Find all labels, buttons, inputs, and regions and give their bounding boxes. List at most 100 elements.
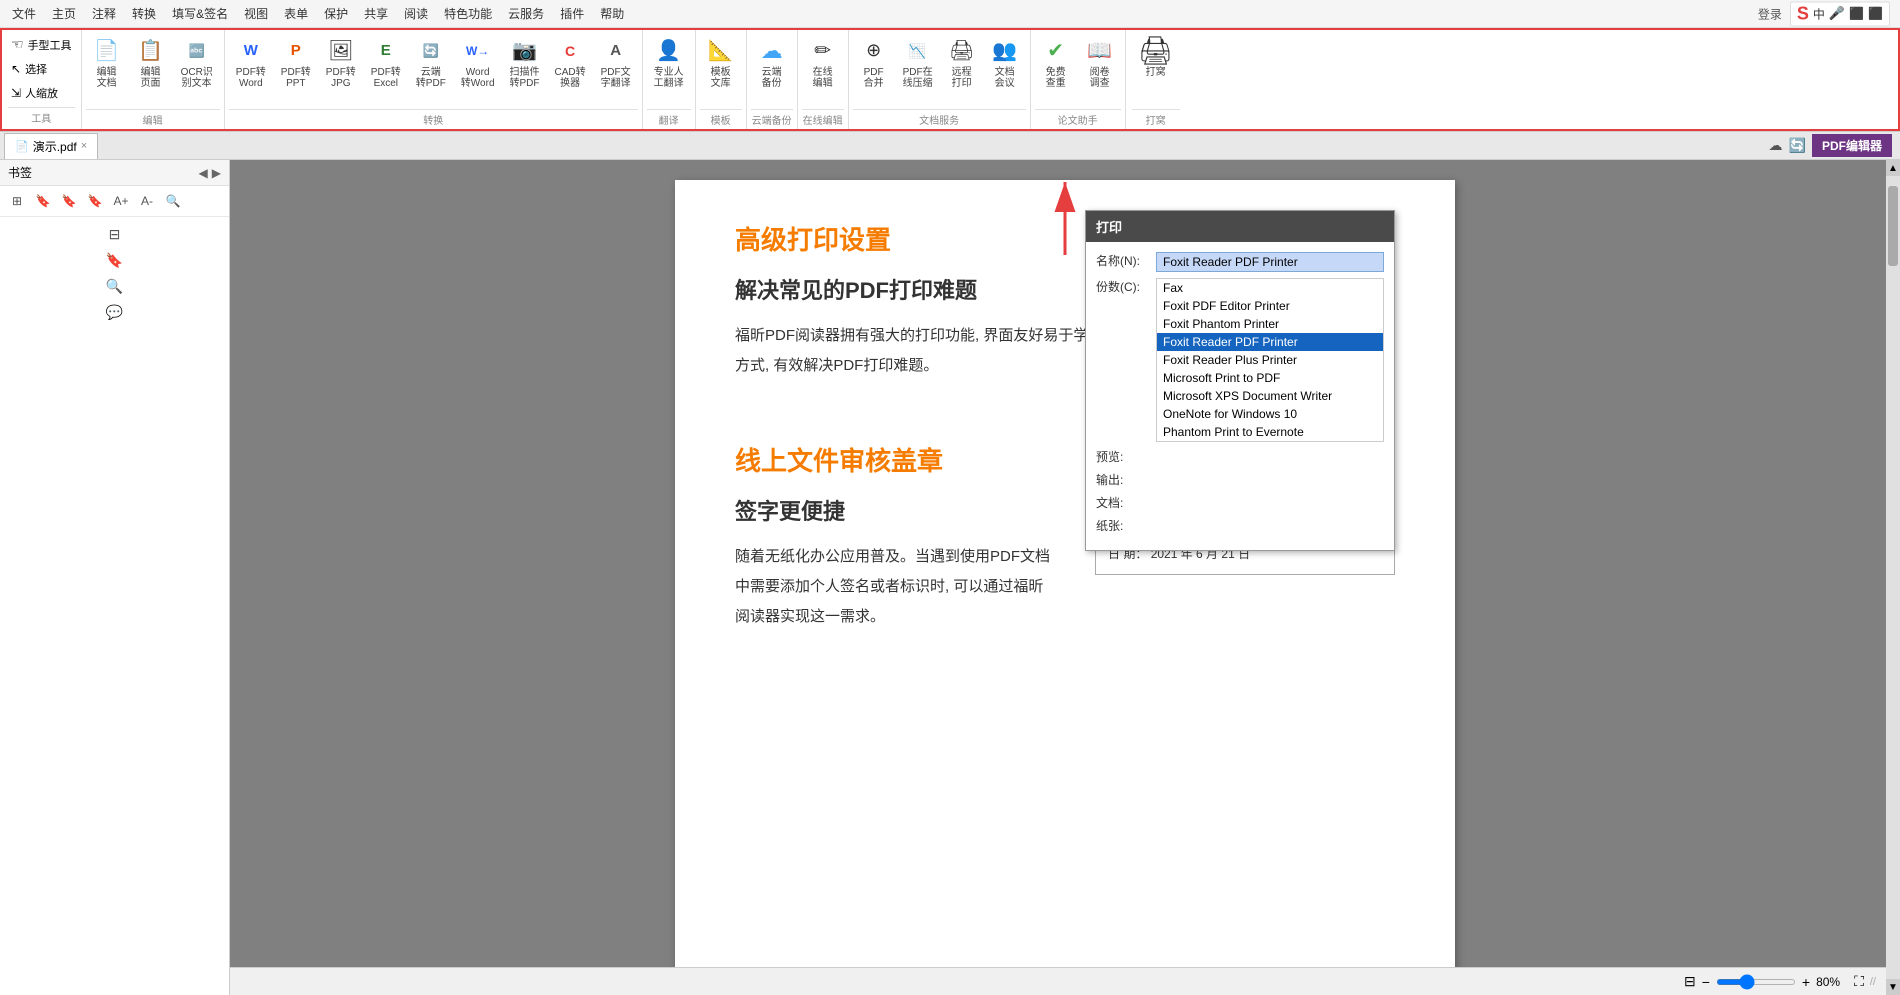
doc-meeting-btn[interactable]: 👥 文档会议 <box>984 32 1026 94</box>
menu-protect[interactable]: 保护 <box>316 3 356 24</box>
printer-phantom-evernote[interactable]: Phantom Print to Evernote <box>1157 423 1383 441</box>
word-to-word-btn[interactable]: W→ Word转Word <box>454 32 502 94</box>
sb-tool-4[interactable]: 🔖 <box>84 190 106 212</box>
menu-read[interactable]: 阅读 <box>396 3 436 24</box>
sidebar-page-thumb-icon[interactable]: ⊟ <box>104 223 126 245</box>
pdf-tab[interactable]: 📄 演示.pdf × <box>4 133 98 159</box>
scrollbar[interactable]: ▲ ▼ <box>1886 160 1900 995</box>
remote-print-label: 远程打印 <box>952 67 972 89</box>
pdf-compress-btn[interactable]: 📉 PDF在线压缩 <box>896 32 940 94</box>
menu-special[interactable]: 特色功能 <box>436 3 500 24</box>
sb-tool-7[interactable]: 🔍 <box>162 190 184 212</box>
ocr-btn[interactable]: 🔤 OCR识别文本 <box>174 32 220 94</box>
pro-translate-btn[interactable]: 👤 专业人工翻译 <box>647 32 691 94</box>
zoom-plus-btn[interactable]: + <box>1802 974 1810 990</box>
menu-home[interactable]: 主页 <box>44 3 84 24</box>
printer-fax[interactable]: Fax <box>1157 279 1383 297</box>
expand-btn[interactable]: ⛶ <box>1854 973 1864 990</box>
sidebar-header: 书签 ◀ ▶ <box>0 160 229 186</box>
pdf-to-jpg-icon: 🖼 <box>327 37 355 65</box>
printer-foxit-phantom[interactable]: Foxit Phantom Printer <box>1157 315 1383 333</box>
printer-ms-pdf[interactable]: Microsoft Print to PDF <box>1157 369 1383 387</box>
edit-doc-btn[interactable]: 📄 编辑文档 <box>86 32 128 94</box>
cad-converter-btn[interactable]: C CAD转换器 <box>548 32 593 94</box>
scan-to-pdf-icon: 📷 <box>511 37 539 65</box>
printer-foxit-editor[interactable]: Foxit PDF Editor Printer <box>1157 297 1383 315</box>
menu-share[interactable]: 共享 <box>356 3 396 24</box>
zoom-label: 人缩放 <box>25 85 58 101</box>
login-label[interactable]: 登录 <box>1758 5 1782 22</box>
sb-tool-3[interactable]: 🔖 <box>58 190 80 212</box>
template-btn[interactable]: 📐 模板文库 <box>700 32 742 94</box>
scroll-thumb[interactable] <box>1888 186 1898 266</box>
main-area: 书签 ◀ ▶ ⊞ 🔖 🔖 🔖 A+ A- 🔍 ⊟ 🔖 🔍 💬 <box>0 160 1900 995</box>
sougou-mic-icon[interactable]: 🎤 <box>1829 6 1845 22</box>
edit-page-btn[interactable]: 📋 编辑页面 <box>130 32 172 94</box>
select-tool-btn[interactable]: ↖ 选择 <box>8 59 75 79</box>
zoom-slider[interactable] <box>1716 979 1796 985</box>
print-big-btn[interactable]: 🖨 打窝 <box>1132 32 1180 83</box>
printer-ms-xps[interactable]: Microsoft XPS Document Writer <box>1157 387 1383 405</box>
read-assist-btn[interactable]: 📖 阅卷调查 <box>1079 32 1121 94</box>
pdf-to-excel-btn[interactable]: E PDF转Excel <box>364 32 408 94</box>
scroll-down-btn[interactable]: ▼ <box>1886 979 1900 995</box>
menu-file[interactable]: 文件 <box>4 3 44 24</box>
print-name-value[interactable]: Foxit Reader PDF Printer <box>1156 252 1384 272</box>
scan-to-pdf-btn[interactable]: 📷 扫描件转PDF <box>503 32 547 94</box>
scroll-up-btn[interactable]: ▲ <box>1886 160 1900 176</box>
pdf-to-jpg-btn[interactable]: 🖼 PDF转JPG <box>319 32 363 94</box>
printer-foxit-reader-plus[interactable]: Foxit Reader Plus Printer <box>1157 351 1383 369</box>
menu-comment[interactable]: 注释 <box>84 3 124 24</box>
sidebar-search-icon[interactable]: 🔍 <box>104 275 126 297</box>
menu-form[interactable]: 表单 <box>276 3 316 24</box>
menu-convert[interactable]: 转换 <box>124 3 164 24</box>
cloud-to-pdf-btn[interactable]: 🔄 云端转PDF <box>409 32 453 94</box>
sougou-box1-icon: ⬛ <box>1849 7 1864 21</box>
sync-icon: 🔄 <box>1789 137 1806 154</box>
pdf-editor-label[interactable]: PDF编辑器 <box>1812 134 1892 157</box>
sidebar-prev-icon[interactable]: ◀ <box>199 166 208 180</box>
sb-tool-6[interactable]: A- <box>136 190 158 212</box>
hand-tool-btn[interactable]: ☜ 手型工具 <box>8 34 75 55</box>
remote-print-btn[interactable]: 🖨 远程打印 <box>941 32 983 94</box>
free-check-btn[interactable]: ✔ 免费查重 <box>1035 32 1077 94</box>
pdf-translate-label: PDF文字翻译 <box>601 67 631 89</box>
sb-tool-1[interactable]: ⊞ <box>6 190 28 212</box>
menu-plugin[interactable]: 插件 <box>552 3 592 24</box>
menu-help[interactable]: 帮助 <box>592 3 632 24</box>
pdf-to-word-btn[interactable]: W PDF转Word <box>229 32 273 94</box>
sb-tool-2[interactable]: 🔖 <box>32 190 54 212</box>
pdf-merge-icon: ⊕ <box>860 37 888 65</box>
zoom-minus-btn[interactable]: − <box>1702 974 1710 990</box>
tab-close-btn[interactable]: × <box>81 140 87 152</box>
pdf-translate-btn[interactable]: A PDF文字翻译 <box>594 32 638 94</box>
ai-section: ✔ 免费查重 📖 阅卷调查 论文助手 <box>1031 30 1126 129</box>
pdf-compress-label: PDF在线压缩 <box>903 67 933 89</box>
doc-service-label: 文档服务 <box>853 109 1026 127</box>
sidebar-comment-icon[interactable]: 💬 <box>104 301 126 323</box>
sidebar-next-icon[interactable]: ▶ <box>212 166 221 180</box>
pro-translate-icon: 👤 <box>655 37 683 65</box>
menu-cloud[interactable]: 云服务 <box>500 3 552 24</box>
print-dialog-body: 名称(N): Foxit Reader PDF Printer 份数(C): F… <box>1086 242 1394 550</box>
menu-view[interactable]: 视图 <box>236 3 276 24</box>
menu-fillsign[interactable]: 填写&签名 <box>164 3 236 24</box>
zoom-tool-btn[interactable]: ⇲ 人缩放 <box>8 83 75 103</box>
pdf-to-ppt-btn[interactable]: P PDF转PPT <box>274 32 318 94</box>
pdf-to-jpg-label: PDF转JPG <box>326 67 356 89</box>
section2-body: 随着无纸化办公应用普及。当遇到使用PDF文档中需要添加个人签名或者标识时, 可以… <box>735 542 1055 632</box>
pdf-translate-icon: A <box>602 37 630 65</box>
pdf-merge-btn[interactable]: ⊕ PDF合并 <box>853 32 895 94</box>
fit-page-icon[interactable]: ⊟ <box>1684 973 1696 990</box>
printer-onenote[interactable]: OneNote for Windows 10 <box>1157 405 1383 423</box>
printer-list[interactable]: Fax Foxit PDF Editor Printer Foxit Phant… <box>1156 278 1384 442</box>
left-tools-group: ☜ 手型工具 ↖ 选择 ⇲ 人缩放 工具 <box>2 30 82 129</box>
online-edit-label: 在线编辑 <box>813 67 833 89</box>
sb-tool-5[interactable]: A+ <box>110 190 132 212</box>
printer-foxit-reader[interactable]: Foxit Reader PDF Printer <box>1157 333 1383 351</box>
sidebar-bookmark-icon[interactable]: 🔖 <box>104 249 126 271</box>
sougou-bar: S 中 🎤 ⬛ ⬛ <box>1790 1 1890 26</box>
pdf-page: 高级打印设置 解决常见的PDF打印难题 福昕PDF阅读器拥有强大的打印功能, 界… <box>675 180 1455 995</box>
online-edit-btn[interactable]: ✏ 在线编辑 <box>802 32 844 94</box>
cloud-backup-btn[interactable]: ☁ 云端备份 <box>751 32 793 94</box>
